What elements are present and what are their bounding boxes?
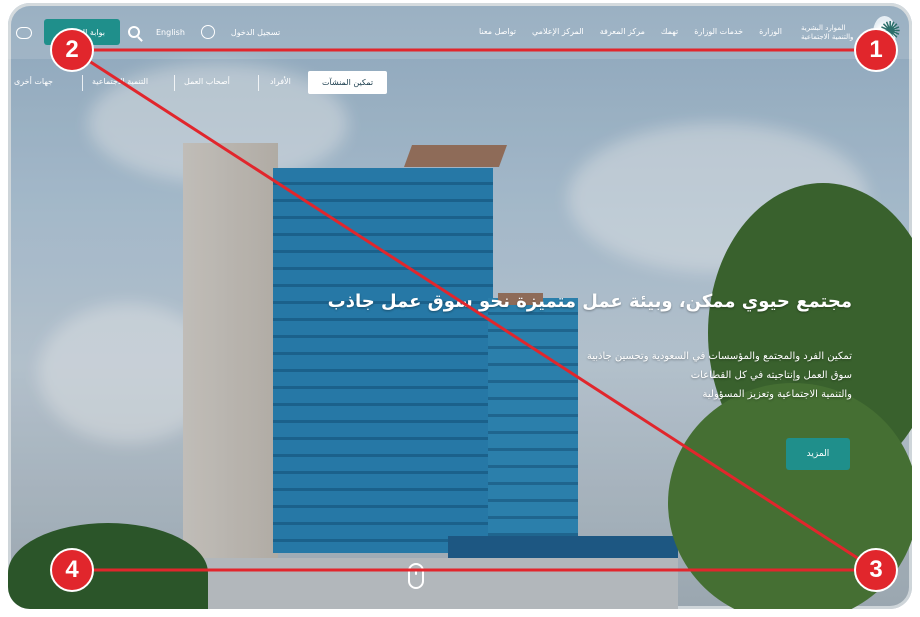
annotation-marker-2: 2 bbox=[50, 28, 94, 72]
globe-icon[interactable] bbox=[200, 25, 215, 39]
main-nav: الوزارة خدمات الوزارة تهمك مركز المعرفة … bbox=[479, 27, 782, 36]
hero-title: مجتمع حيوي ممكن، وبيئة عمل متميزة نحو سو… bbox=[327, 291, 852, 312]
nav-item[interactable]: تواصل معنا bbox=[479, 27, 516, 36]
subnav-item[interactable]: جهات أخرى bbox=[14, 77, 53, 86]
subnav-item[interactable]: التنمية الاجتماعية bbox=[92, 77, 148, 86]
audience-subnav: تمكين المنشآت الأفراد أصحاب العمل التنمي… bbox=[8, 69, 912, 99]
nav-item[interactable]: مركز المعرفة bbox=[600, 27, 645, 36]
nav-item[interactable]: تهمك bbox=[661, 27, 678, 36]
annotation-marker-3: 3 bbox=[854, 548, 898, 592]
search-icon[interactable] bbox=[128, 26, 140, 38]
annotation-marker-1: 1 bbox=[854, 28, 898, 72]
hero-desc-line: والتنمية الاجتماعية وتعزيز المسؤولية bbox=[702, 389, 852, 400]
subnav-divider bbox=[82, 75, 83, 91]
login-link[interactable]: تسجيل الدخول bbox=[231, 28, 280, 37]
scroll-down-icon[interactable] bbox=[408, 563, 424, 589]
language-switch[interactable]: English bbox=[156, 28, 185, 37]
hero-desc-line: تمكين الفرد والمجتمع والمؤسسات في السعود… bbox=[586, 351, 852, 362]
subnav-item-active[interactable]: تمكين المنشآت bbox=[308, 71, 388, 94]
subnav-item[interactable]: أصحاب العمل bbox=[184, 77, 230, 86]
browser-screenshot: الموارد البشرية والتنمية الاجتماعية الوز… bbox=[8, 3, 912, 609]
subnav-divider bbox=[174, 75, 175, 91]
hero-desc-line: سوق العمل وإنتاجيته في كل القطاعات bbox=[690, 370, 852, 381]
utility-nav: English تسجيل الدخول bbox=[128, 25, 280, 39]
nav-item[interactable]: خدمات الوزارة bbox=[694, 27, 743, 36]
hero-description: تمكين الفرد والمجتمع والمؤسسات في السعود… bbox=[522, 347, 852, 404]
subnav-item[interactable]: الأفراد bbox=[270, 77, 291, 86]
subnav-divider bbox=[258, 75, 259, 91]
top-navigation-bar: الموارد البشرية والتنمية الاجتماعية الوز… bbox=[8, 3, 912, 59]
annotation-marker-4: 4 bbox=[50, 548, 94, 592]
nav-item[interactable]: المركز الإعلامي bbox=[532, 27, 584, 36]
hero-more-button[interactable]: المزيد bbox=[786, 438, 850, 470]
nav-item[interactable]: الوزارة bbox=[759, 27, 782, 36]
accessibility-toggle-icon[interactable] bbox=[16, 27, 32, 39]
